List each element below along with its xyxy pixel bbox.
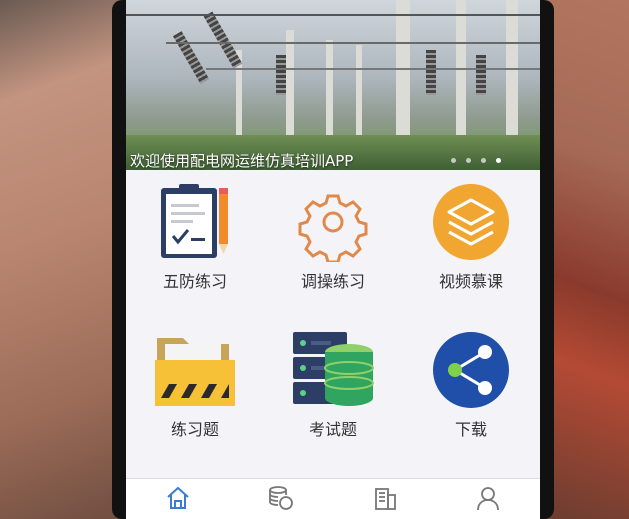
folder-icon	[153, 330, 237, 410]
carousel-dot[interactable]	[466, 158, 471, 163]
five-prevention-practice-button[interactable]: 五防练习	[126, 182, 264, 292]
carousel-dot-active[interactable]	[496, 158, 501, 163]
item-label: 考试题	[308, 420, 357, 439]
item-label: 练习题	[170, 420, 219, 439]
share-icon	[431, 330, 511, 410]
clipboard-pencil-icon	[155, 182, 235, 262]
exercises-button[interactable]: 练习题	[126, 330, 264, 440]
exam-questions-button[interactable]: 考试题	[264, 330, 402, 440]
feature-grid: 五防练习 调操练习 视频慕课 练习题 考试题 下载	[126, 172, 540, 472]
carousel-dot[interactable]	[481, 158, 486, 163]
layers-icon	[431, 182, 511, 262]
item-label: 下载	[454, 420, 487, 439]
banner-caption: 欢迎使用配电网运维仿真培训APP	[130, 152, 354, 170]
building-icon	[372, 485, 398, 515]
carousel-indicator	[451, 158, 501, 163]
video-mooc-button[interactable]: 视频慕课	[402, 182, 540, 292]
home-icon	[165, 485, 191, 515]
download-button[interactable]: 下载	[402, 330, 540, 440]
coins-icon	[267, 485, 295, 515]
item-label: 视频慕课	[438, 272, 503, 291]
tab-coins[interactable]	[230, 479, 334, 519]
user-icon	[475, 485, 501, 515]
gear-icon	[293, 182, 373, 264]
tab-profile[interactable]	[437, 479, 541, 519]
bottom-tab-bar	[126, 478, 540, 519]
tab-home[interactable]	[126, 479, 230, 519]
phone-screen: 欢迎使用配电网运维仿真培训APP 五防练习 调操练习 视频慕课 练习题 考试题 …	[126, 0, 540, 519]
tab-building[interactable]	[333, 479, 437, 519]
item-label: 五防练习	[162, 272, 227, 291]
dispatch-operation-practice-button[interactable]: 调操练习	[264, 182, 402, 292]
database-server-icon	[291, 330, 375, 410]
carousel-dot[interactable]	[451, 158, 456, 163]
item-label: 调操练习	[300, 272, 365, 291]
banner-carousel[interactable]: 欢迎使用配电网运维仿真培训APP	[126, 0, 540, 170]
